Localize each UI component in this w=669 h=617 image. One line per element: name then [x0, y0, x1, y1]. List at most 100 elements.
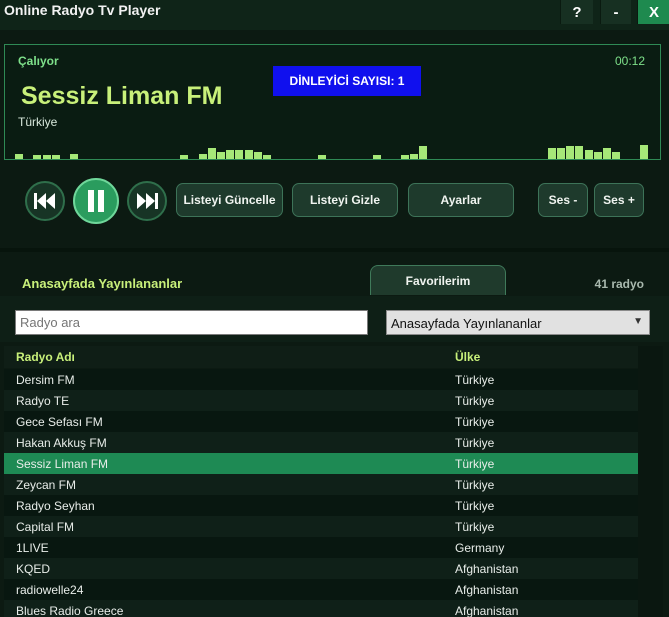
- column-header-name[interactable]: Radyo Adı: [16, 350, 75, 364]
- table-row[interactable]: radiowelle24 Afghanistan: [4, 579, 638, 600]
- row-country: Türkiye: [455, 520, 495, 534]
- row-station-name: Sessiz Liman FM: [16, 457, 109, 471]
- chevron-down-icon: ▼: [633, 316, 643, 327]
- visualizer-bar: [575, 146, 583, 159]
- category-select-value: Anasayfada Yayınlananlar: [391, 316, 542, 331]
- visualizer-bar: [557, 148, 565, 159]
- visualizer-bar: [180, 155, 188, 159]
- listener-count-badge: DİNLEYİCİ SAYISI: 1: [273, 66, 421, 96]
- row-station-name: Zeycan FM: [16, 478, 77, 492]
- station-count: 41 radyo: [594, 277, 644, 291]
- table-scrollbar[interactable]: [638, 346, 663, 617]
- visualizer-bar: [640, 145, 648, 159]
- audio-visualizer: [5, 139, 660, 159]
- row-station-name: Blues Radio Greece: [16, 604, 124, 617]
- row-country: Türkiye: [455, 394, 495, 408]
- table-row[interactable]: Capital FM Türkiye: [4, 516, 638, 537]
- table-row[interactable]: Gece Sefası FM Türkiye: [4, 411, 638, 432]
- table-row[interactable]: KQED Afghanistan: [4, 558, 638, 579]
- row-station-name: KQED: [16, 562, 51, 576]
- table-row[interactable]: Radyo TE Türkiye: [4, 390, 638, 411]
- skip-forward-icon: [137, 193, 158, 209]
- app-title: Online Radyo Tv Player: [4, 2, 161, 18]
- visualizer-bar: [263, 155, 271, 159]
- elapsed-time: 00:12: [614, 54, 645, 68]
- table-header: Radyo Adı Ülke: [4, 346, 638, 368]
- close-button[interactable]: X: [637, 0, 669, 24]
- skip-back-icon: [34, 193, 55, 209]
- divider: [0, 248, 669, 252]
- title-bar: Online Radyo Tv Player ? - X: [0, 0, 669, 30]
- visualizer-bar: [318, 155, 326, 159]
- visualizer-bar: [603, 148, 611, 159]
- table-row[interactable]: Radyo Seyhan Türkiye: [4, 495, 638, 516]
- station-country: Türkiye: [18, 115, 58, 129]
- row-country: Afghanistan: [455, 583, 519, 597]
- table-row[interactable]: Zeycan FM Türkiye: [4, 474, 638, 495]
- refresh-list-button[interactable]: Listeyi Güncelle: [176, 183, 283, 217]
- now-playing-panel: Çalıyor 00:12 DİNLEYİCİ SAYISI: 1 Sessiz…: [4, 44, 661, 160]
- visualizer-bar: [585, 150, 593, 159]
- row-country: Türkiye: [455, 478, 495, 492]
- visualizer-bar: [254, 152, 262, 159]
- visualizer-bar: [208, 148, 216, 159]
- table-row[interactable]: Hakan Akkuş FM Türkiye: [4, 432, 638, 453]
- visualizer-bar: [373, 155, 381, 159]
- table-row[interactable]: Sessiz Liman FM Türkiye: [4, 453, 638, 474]
- row-country: Türkiye: [455, 415, 495, 429]
- player-controls: Listeyi Güncelle Listeyi Gizle Ayarlar S…: [0, 168, 669, 234]
- row-country: Türkiye: [455, 373, 495, 387]
- visualizer-bar: [43, 155, 51, 159]
- volume-up-button[interactable]: Ses +: [594, 183, 644, 217]
- column-header-country[interactable]: Ülke: [455, 350, 480, 364]
- row-country: Germany: [455, 541, 505, 555]
- visualizer-bar: [612, 152, 620, 159]
- tab-favorites[interactable]: Favorilerim: [370, 265, 506, 295]
- station-name: Sessiz Liman FM: [21, 82, 223, 110]
- table-row[interactable]: Dersim FM Türkiye: [4, 369, 638, 390]
- visualizer-bar: [410, 154, 418, 159]
- visualizer-bar: [235, 150, 243, 159]
- row-country: Afghanistan: [455, 562, 519, 576]
- list-title: Anasayfada Yayınlananlar: [22, 276, 183, 291]
- row-station-name: Gece Sefası FM: [16, 415, 103, 429]
- row-station-name: Radyo TE: [16, 394, 70, 408]
- visualizer-bar: [566, 146, 574, 159]
- minimize-button[interactable]: -: [600, 0, 631, 24]
- next-button[interactable]: [127, 181, 167, 221]
- search-input[interactable]: [15, 310, 368, 335]
- row-country: Türkiye: [455, 457, 495, 471]
- row-station-name: 1LIVE: [16, 541, 49, 555]
- visualizer-bar: [245, 150, 253, 159]
- help-button[interactable]: ?: [560, 0, 593, 24]
- previous-button[interactable]: [25, 181, 65, 221]
- visualizer-bar: [419, 146, 427, 159]
- hide-list-button[interactable]: Listeyi Gizle: [292, 183, 398, 217]
- pause-icon: [88, 190, 104, 212]
- visualizer-bar: [548, 148, 556, 159]
- visualizer-bar: [401, 155, 409, 159]
- settings-button[interactable]: Ayarlar: [408, 183, 514, 217]
- visualizer-bar: [594, 152, 602, 159]
- visualizer-bar: [33, 155, 41, 159]
- row-station-name: Hakan Akkuş FM: [16, 436, 107, 450]
- row-station-name: Capital FM: [16, 520, 75, 534]
- visualizer-bar: [52, 155, 60, 159]
- visualizer-bar: [15, 154, 23, 159]
- visualizer-bar: [199, 154, 207, 159]
- visualizer-bar: [70, 154, 78, 159]
- row-country: Afghanistan: [455, 604, 519, 617]
- row-station-name: Radyo Seyhan: [16, 499, 95, 513]
- station-table: Radyo Adı Ülke Dersim FM Türkiye Radyo TE T…: [4, 346, 638, 617]
- visualizer-bar: [217, 152, 225, 159]
- playback-status: Çalıyor: [18, 54, 59, 68]
- category-select[interactable]: Anasayfada Yayınlananlar ▼: [386, 310, 650, 335]
- table-row[interactable]: Blues Radio Greece Afghanistan: [4, 600, 638, 617]
- pause-button[interactable]: [73, 178, 119, 224]
- row-country: Türkiye: [455, 499, 495, 513]
- row-station-name: Dersim FM: [16, 373, 75, 387]
- table-row[interactable]: 1LIVE Germany: [4, 537, 638, 558]
- volume-down-button[interactable]: Ses -: [538, 183, 588, 217]
- row-station-name: radiowelle24: [16, 583, 84, 597]
- visualizer-bar: [226, 150, 234, 159]
